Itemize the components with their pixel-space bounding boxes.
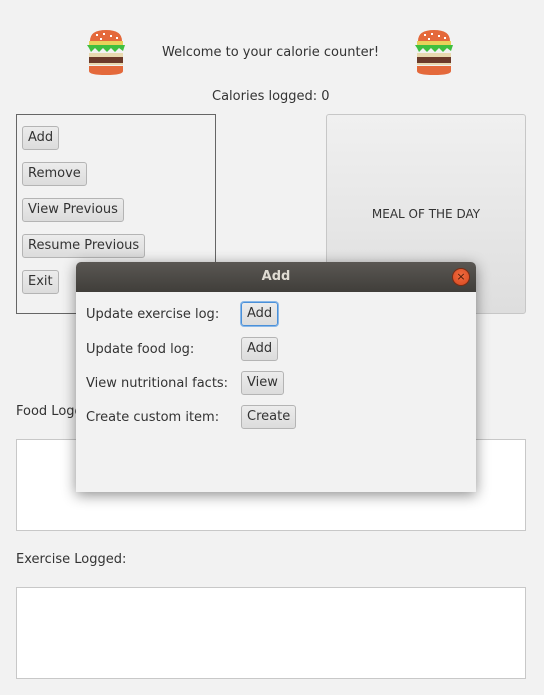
view-nutrition-button[interactable]: View	[241, 371, 284, 395]
exit-button[interactable]: Exit	[22, 270, 59, 294]
view-previous-button[interactable]: View Previous	[22, 198, 124, 222]
update-exercise-add-button[interactable]: Add	[241, 302, 279, 326]
update-food-log-label: Update food log:	[86, 342, 195, 357]
update-exercise-log-label: Update exercise log:	[86, 307, 220, 322]
remove-button[interactable]: Remove	[22, 162, 87, 186]
burger-icon	[415, 30, 453, 75]
exercise-logged-label: Exercise Logged:	[16, 552, 127, 567]
dialog-title: Add	[261, 269, 291, 284]
view-nutritional-facts-label: View nutritional facts:	[86, 376, 229, 391]
meal-of-the-day-label: MEAL OF THE DAY	[371, 207, 481, 221]
exercise-log-area[interactable]	[16, 587, 526, 679]
update-food-add-button[interactable]: Add	[241, 337, 279, 361]
resume-previous-button[interactable]: Resume Previous	[22, 234, 146, 258]
add-button[interactable]: Add	[22, 126, 60, 150]
calories-logged-text: Calories logged: 0	[212, 89, 330, 104]
close-icon[interactable]: ×	[453, 269, 469, 285]
add-dialog: Add × Update exercise log: Add Update fo…	[76, 262, 476, 492]
dialog-titlebar[interactable]: Add ×	[76, 262, 476, 292]
create-custom-item-button[interactable]: Create	[241, 405, 297, 429]
create-custom-item-label: Create custom item:	[86, 410, 220, 425]
burger-icon	[87, 30, 125, 75]
welcome-text: Welcome to your calorie counter!	[162, 45, 380, 60]
